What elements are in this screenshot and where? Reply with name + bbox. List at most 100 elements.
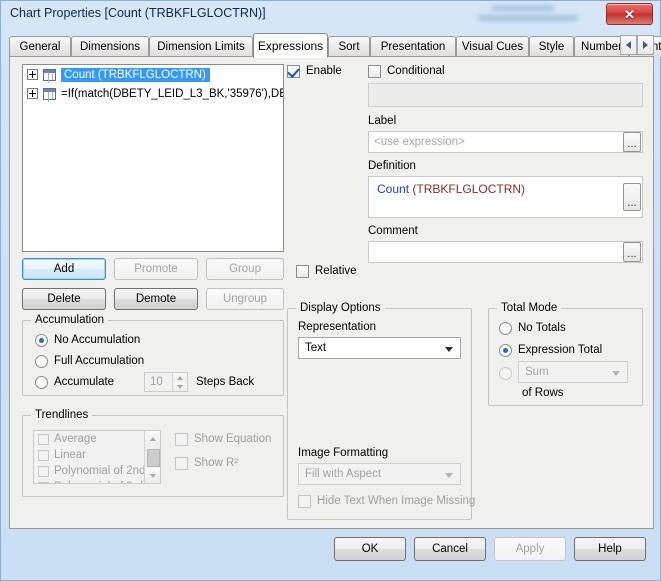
radio-full-accumulation[interactable] [35,355,48,368]
window-title: Chart Properties [Count (TRBKFLGLOCTRN)] [10,6,266,20]
tab-dimensions[interactable]: Dimensions [71,36,149,57]
tab-expressions[interactable]: Expressions [253,33,328,58]
radio-aggregation-total [499,367,512,380]
label-no-accumulation: No Accumulation [54,334,141,346]
representation-select[interactable]: Text [298,337,461,359]
expressions-tab-panel: Count (TRBKFLGLOCTRN) =If(match(DBETY_LE… [9,56,654,529]
radio-expression-total[interactable] [499,344,512,357]
tab-dimension-limits[interactable]: Dimension Limits [149,36,253,57]
cancel-button[interactable]: Cancel [414,537,486,561]
label-show-r2: Show R² [194,457,239,469]
list-item[interactable]: Linear [34,447,160,463]
comment-input[interactable] [368,241,643,263]
expression-label: Count (TRBKFLGLOCTRN) [61,67,210,82]
caret-down-icon [177,384,183,389]
expression-list[interactable]: Count (TRBKFLGLOCTRN) =If(match(DBETY_LE… [22,64,284,252]
checkbox-trendline-poly2 [38,465,49,477]
title-bar: Chart Properties [Count (TRBKFLGLOCTRN)]… [1,1,660,29]
definition-input[interactable]: Count (TRBKFLGLOCTRN) [368,176,643,218]
total-mode-group-title: Total Mode [497,302,562,314]
promote-button: Promote [114,258,198,280]
tab-style[interactable]: Style [529,36,574,57]
definition-function: Count [377,182,410,196]
checkbox-conditional[interactable] [368,65,381,78]
list-item[interactable]: Polynomial of 3rd d [34,479,160,483]
chart-properties-dialog: Chart Properties [Count (TRBKFLGLOCTRN)]… [0,0,661,581]
tab-sort[interactable]: Sort [328,36,370,57]
label-of-rows: of Rows [522,387,564,399]
checkbox-show-equation [175,433,188,446]
demote-button[interactable]: Demote [114,288,198,310]
redacted-text [478,4,582,26]
label-input[interactable]: <use expression> [368,131,643,153]
apply-button: Apply [494,537,566,561]
caret-up-icon [177,375,183,380]
ok-button[interactable]: OK [334,537,406,561]
label-expression-label: Label [368,115,397,127]
radio-no-totals[interactable] [499,322,512,335]
label-trendline-linear: Linear [54,449,86,461]
list-item[interactable]: Average [34,431,160,447]
add-button[interactable]: Add [22,258,106,280]
label-enable: Enable [306,65,342,77]
chevron-down-icon [445,473,453,478]
close-button[interactable]: ✕ [606,3,653,25]
definition-argument: (TRBKFLGLOCTRN) [412,182,526,196]
definition-browse-button[interactable]: ... [623,183,641,211]
tab-scroll-right-button[interactable] [637,35,654,55]
tab-general[interactable]: General [9,36,71,57]
stepper-up-button[interactable] [173,373,187,382]
label-trendline-poly2: Polynomial of 2nd d [54,465,156,477]
label-browse-button[interactable]: ... [623,132,641,152]
help-button[interactable]: Help [574,537,646,561]
checkbox-enable[interactable] [287,65,300,78]
radio-no-accumulation[interactable] [35,334,48,347]
tab-scroll-left-button[interactable] [620,35,637,55]
label-image-formatting: Image Formatting [298,447,389,459]
caret-down-icon [149,473,156,478]
aggregation-select: Sum [518,361,628,383]
comment-browse-button[interactable]: ... [623,242,641,262]
trendlines-list[interactable]: Average Linear Polynomial of 2nd d Polyn… [33,430,161,484]
expand-plus-icon[interactable] [27,88,38,99]
label-comment: Comment [368,225,418,237]
tab-presentation[interactable]: Presentation [370,36,456,57]
scroll-down-button[interactable] [145,468,160,483]
stepper-down-button[interactable] [173,382,187,391]
label-definition: Definition [368,160,416,172]
checkbox-relative[interactable] [296,265,309,278]
stepper-buttons[interactable] [172,373,187,391]
label-trendline-poly3: Polynomial of 3rd d [54,481,152,483]
caret-up-icon [149,436,156,441]
expand-plus-icon[interactable] [27,69,38,80]
delete-button[interactable]: Delete [22,288,106,310]
label-expression-total: Expression Total [518,344,603,356]
image-formatting-value: Fill with Aspect [305,468,382,480]
ungroup-button: Ungroup [206,288,284,310]
radio-accumulate[interactable] [35,376,48,389]
scroll-up-button[interactable] [145,431,160,446]
expression-icon [43,87,56,100]
label-steps-back: Steps Back [196,376,255,388]
display-options-group: Display Options Representation Text Imag… [287,302,476,520]
tab-visual-cues[interactable]: Visual Cues [456,36,529,57]
label-no-totals: No Totals [518,322,566,334]
label-accumulate: Accumulate [54,376,115,388]
label-trendline-average: Average [54,433,97,445]
chevron-left-icon [626,41,631,49]
label-show-equation: Show Equation [194,433,272,445]
steps-back-value: 10 [150,376,163,388]
expression-label: =If(match(DBETY_LEID_L3_BK,'35976'),DBET [61,87,284,100]
tab-strip: General Dimensions Dimension Limits Expr… [9,33,661,58]
display-options-group-title: Display Options [296,302,385,314]
trendlines-scrollbar[interactable] [144,431,160,483]
list-item[interactable]: Polynomial of 2nd d [34,463,160,479]
steps-back-stepper[interactable]: 10 [144,372,188,392]
scrollbar-thumb[interactable] [147,449,160,467]
list-item[interactable]: =If(match(DBETY_LEID_L3_BK,'35976'),DBET [23,84,283,103]
list-item[interactable]: Count (TRBKFLGLOCTRN) [23,65,283,84]
trendlines-group: Trendlines Average Linear Polynomial of … [22,409,284,497]
conditional-input[interactable] [368,83,643,107]
label-hide-text-when-image-missing: Hide Text When Image Missing [317,495,476,507]
total-mode-group: Total Mode No Totals Expression Total Su… [488,302,643,406]
